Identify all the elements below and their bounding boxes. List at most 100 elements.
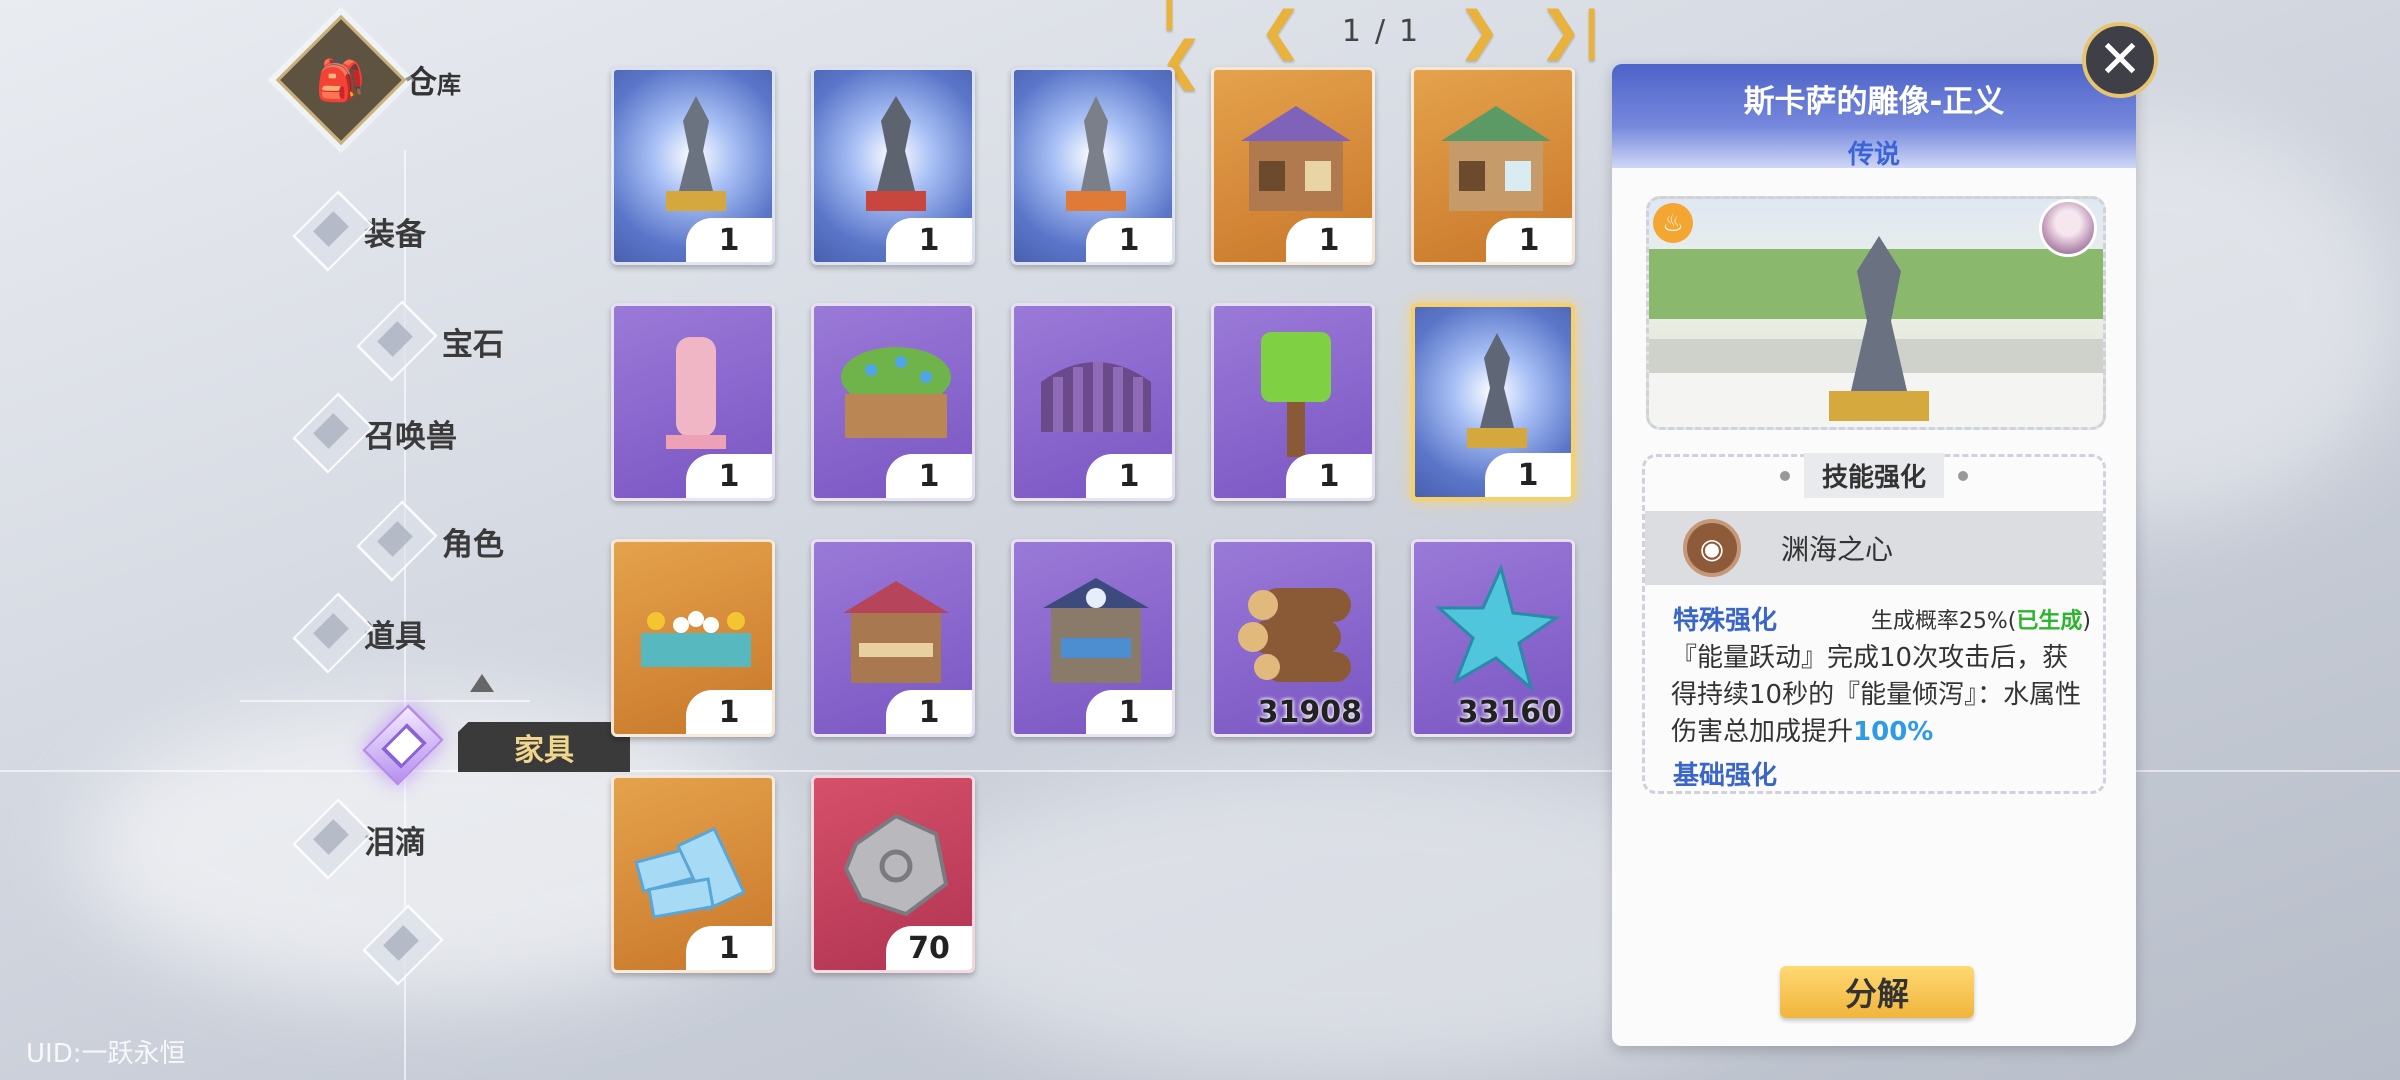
item-detail-panel: 斯卡萨的雕像-正义 传说 ♨ 技能强化 ◉ 渊海之心 特殊强化 生成概率25%(… [1612,64,2136,1046]
sidebar-item-furniture[interactable] [376,700,426,790]
active-category-tag: 家具 [458,722,630,772]
skill-enhancement-section: 技能强化 ◉ 渊海之心 特殊强化 生成概率25%(已生成) 『能量跃动』完成10… [1642,453,2106,794]
item-slot[interactable]: 1 [1011,67,1175,265]
dot-icon [1779,470,1790,481]
rarity-label: 传说 [1847,140,1900,170]
flower-bed-icon [628,558,764,698]
item-slot[interactable]: 1 [1211,67,1375,265]
item-slot[interactable]: 1 [811,303,975,501]
warehouse-header: 🎒 仓库 [275,14,462,146]
ice-bricks-icon [628,794,764,934]
item-quantity: 70 [886,926,972,970]
current-page: 1 [1341,13,1361,49]
sidebar-item-label: 道具 [364,618,426,655]
item-title: 斯卡萨的雕像-正义 [1743,84,2005,120]
item-quantity: 1 [886,218,972,262]
eye-emblem-icon: ◉ [1683,519,1741,577]
shop-building-icon [1228,86,1364,226]
item-slot[interactable]: 1 [611,539,775,737]
pink-statue-icon [628,322,764,462]
item-slot[interactable]: 1 [611,775,775,973]
item-quantity: 1 [686,218,772,262]
flower-planter-icon [828,322,964,462]
sidebar-item-label: 宝石 [442,326,504,363]
item-slot[interactable]: 31908 [1211,539,1375,737]
special-enhancement: 特殊强化 生成概率25%(已生成) 『能量跃动』完成10次攻击后，获得持续10秒… [1671,603,2091,751]
statue-icon [628,86,764,226]
diamond-icon [306,794,356,884]
diamond-icon [306,186,356,276]
diamond-icon [370,296,420,386]
skill-row[interactable]: ◉ 渊海之心 [1645,511,2103,585]
sidebar-item-characters[interactable]: 角色 [370,496,504,586]
sidebar-item-label: 泪滴 [364,824,426,861]
sidebar-item-teardrops[interactable]: 泪滴 [306,794,426,884]
sidebar-item-label: 角色 [442,526,504,563]
item-quantity: 1 [1485,453,1571,497]
skill-section-title: 技能强化 [1803,453,1944,498]
item-quantity: 1 [1086,218,1172,262]
flame-icon[interactable]: ♨ [1653,203,1693,243]
page-indicator: 1 / 1 [1342,14,1418,49]
statue-icon [828,86,964,226]
item-quantity: 1 [686,690,772,734]
first-page-button[interactable]: |❮ [1160,0,1220,91]
wood-logs-icon [1228,558,1364,698]
character-avatar[interactable] [2039,199,2097,257]
triangle-marker-icon [470,674,494,692]
item-preview: ♨ [1646,196,2106,430]
bonus-value: 100% [1853,717,1934,747]
star-crystal-icon [1428,558,1564,698]
sidebar-item-label: 装备 [364,216,426,253]
last-page-button[interactable]: ❯| [1539,1,1602,61]
user-id-label: UID:一跃永恒 [26,1039,186,1069]
item-slot[interactable]: 1 [1211,303,1375,501]
special-enhancement-label: 特殊强化 [1673,606,1778,636]
item-slot-selected[interactable]: 1 [1411,303,1575,501]
diamond-icon [376,900,426,990]
warehouse-title: 仓库 [405,63,462,101]
item-quantity: 1 [1286,454,1372,498]
sidebar-item-equipment[interactable]: 装备 [306,186,426,276]
generation-rate: 生成概率25%(已生成) [1870,609,2091,634]
detail-header: 斯卡萨的雕像-正义 传说 [1612,64,2136,170]
diamond-icon [376,700,426,790]
sidebar-item-props[interactable]: 道具 [306,588,426,678]
sidebar-item-label: 召唤兽 [364,418,457,455]
item-quantity: 1 [1086,454,1172,498]
statue-icon [1028,86,1164,226]
item-quantity: 1 [886,454,972,498]
item-slot[interactable]: 1 [1011,539,1175,737]
item-slot[interactable]: 33160 [1411,539,1575,737]
pagination: |❮ ❮ 1 / 1 ❯ ❯| [1160,0,1602,91]
item-quantity: 31908 [1257,694,1362,730]
basic-enhancement-label: 基础强化 [1673,761,1778,791]
item-slot[interactable]: 1 [1411,67,1575,265]
statue-preview-icon [1809,231,1949,427]
diamond-icon [370,496,420,586]
item-slot[interactable]: 1 [1011,303,1175,501]
item-slot[interactable]: 70 [811,775,975,973]
decompose-button[interactable]: 分解 [1780,966,1974,1018]
diamond-icon [306,388,356,478]
item-quantity: 1 [1286,218,1372,262]
skill-name: 渊海之心 [1781,533,1894,566]
item-quantity: 1 [686,454,772,498]
generated-status: 已生成 [2016,609,2083,634]
item-slot[interactable]: 1 [611,67,775,265]
skill-section-header: 技能强化 [1645,453,2103,498]
prev-page-button[interactable]: ❮ [1251,1,1311,61]
statue-icon [1429,323,1565,463]
item-slot[interactable]: 1 [811,67,975,265]
item-quantity: 1 [886,690,972,734]
item-quantity: 1 [1486,218,1572,262]
backpack-icon: 🎒 [275,14,407,146]
sidebar-item-summons[interactable]: 召唤兽 [306,388,457,478]
inventory-grid: 1 1 1 1 1 1 1 1 1 1 1 1 1 31908 33160 1 … [608,64,1608,984]
item-slot[interactable]: 1 [611,303,775,501]
item-slot[interactable]: 1 [811,539,975,737]
close-button[interactable]: ✕ [2082,22,2158,98]
sidebar-item-gems[interactable]: 宝石 [370,296,504,386]
blue-shop-building-icon [1028,558,1164,698]
next-page-button[interactable]: ❯ [1449,1,1509,61]
